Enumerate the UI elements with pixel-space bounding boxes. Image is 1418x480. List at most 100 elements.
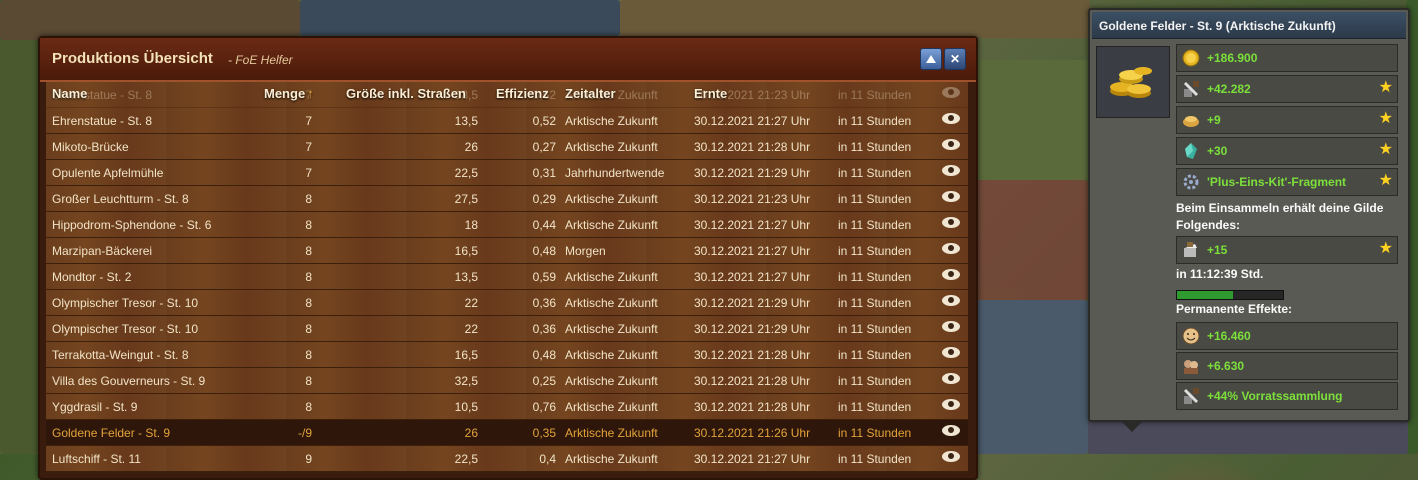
table-header: Name Menge ↑ Größe inkl. Straßen Effizien… [46,82,968,107]
eye-icon[interactable] [942,243,960,257]
cell-groesse: 13,5 [454,114,478,128]
cell-ernte: 30.12.2021 21:28 Uhr [694,140,811,154]
minimize-button[interactable] [920,48,942,70]
col-header-name[interactable]: Name [52,86,87,101]
cell-effizienz: 0,27 [532,140,556,154]
reward-value: +30 [1207,144,1228,158]
tooltip-pointer [1120,420,1144,432]
table-row[interactable]: Yggdrasil - St. 9 8 10,5 0,76 Arktische Zuku… [46,394,968,420]
table-row[interactable]: Mondtor - St. 2 8 13,5 0,59 Arktische Zukunf… [46,264,968,290]
cell-effizienz: 0,36 [532,322,556,336]
eye-icon[interactable] [942,399,960,413]
col-header-zeitalter[interactable]: Zeitalter [565,86,616,101]
cell-ernte: 30.12.2021 21:29 Uhr [694,296,811,310]
cell-name: Hippodrom-Sphendone - St. 6 [52,218,212,232]
table-row[interactable]: Großer Leuchtturm - St. 8 8 27,5 0,29 Arktis… [46,186,968,212]
table-row[interactable]: Mikoto-Brücke 7 26 0,27 Arktische Zukunft 30.… [46,134,968,160]
table-row[interactable]: Terrakotta-Weingut - St. 8 8 16,5 0,48 Arkti… [46,342,968,368]
table-row[interactable]: Olympischer Tresor - St. 10 8 22 0,36 Arktis… [46,290,968,316]
cell-name: Olympischer Tresor - St. 10 [52,322,199,336]
happiness-icon [1181,326,1201,346]
cell-countdown: in 11 Stunden [838,166,912,180]
cell-menge: 8 [305,270,312,284]
cell-countdown: in 11 Stunden [838,426,912,440]
eye-icon[interactable] [942,191,960,205]
cell-name: Villa des Gouverneurs - St. 9 [52,374,206,388]
window-subtitle: - FoE Helfer [228,53,293,67]
table-row-selected[interactable]: Goldene Felder - St. 9 -/9 26 0,35 Arktische… [46,420,968,446]
cell-countdown: in 11 Stunden [838,270,912,284]
cell-effizienz: 0,36 [532,296,556,310]
eye-icon[interactable] [942,113,960,127]
cell-effizienz: 0,59 [532,270,556,284]
eye-icon[interactable] [942,139,960,153]
col-header-effizienz[interactable]: Effizienz [496,86,549,101]
table-row[interactable]: Ehrenstatue - St. 8 7 13,5 0,52 Arktische Zu… [46,108,968,134]
cell-zeitalter: Arktische Zukunft [565,114,658,128]
col-header-menge[interactable]: Menge ↑ [264,86,314,101]
cell-name: Opulente Apfelmühle [52,166,164,180]
cell-groesse: 26 [464,426,478,440]
building-image [1096,46,1170,118]
cell-countdown: in 11 Stunden [838,374,912,388]
cell-zeitalter: Arktische Zukunft [565,452,658,466]
close-button[interactable]: ✕ [944,48,966,70]
cell-zeitalter: Jahrhundertwende [565,166,665,180]
cell-name: Marzipan-Bäckerei [52,244,153,258]
table-row[interactable]: Villa des Gouverneurs - St. 9 8 32,5 0,25 Ar… [46,368,968,394]
reward-item: +186.900 [1176,44,1398,72]
chevron-up-icon [926,55,936,63]
table-row[interactable]: Opulente Apfelmühle 7 22,5 0,31 Jahrhundertw… [46,160,968,186]
cell-ernte: 30.12.2021 21:28 Uhr [694,400,811,414]
reward-value: 'Plus-Eins-Kit'-Fragment [1207,175,1347,189]
table-row[interactable]: Marzipan-Bäckerei 8 16,5 0,48 Morgen 30.12.20… [46,238,968,264]
eye-icon[interactable] [942,425,960,439]
cell-ernte: 30.12.2021 21:29 Uhr [694,166,811,180]
cell-menge: 7 [305,140,312,154]
cell-ernte: 30.12.2021 21:27 Uhr [694,452,811,466]
population-icon [1181,356,1201,376]
reward-item: +6.630 [1176,352,1398,380]
cell-groesse: 22,5 [454,452,478,466]
col-header-groesse[interactable]: Größe inkl. Straßen [346,86,466,101]
cell-ernte: 30.12.2021 21:23 Uhr [694,192,811,206]
cell-groesse: 22 [464,322,478,336]
star-icon: ★ [1378,172,1393,189]
window-header[interactable]: Produktions Übersicht - FoE Helfer ✕ [40,38,976,82]
eye-icon[interactable] [942,373,960,387]
coin-icon [1181,48,1201,68]
cell-effizienz: 0,31 [532,166,556,180]
cell-zeitalter: Arktische Zukunft [565,400,658,414]
star-icon: ★ [1378,79,1393,96]
cell-effizienz: 0,4 [539,452,556,466]
eye-icon[interactable] [942,321,960,335]
cell-countdown: in 11 Stunden [838,218,912,232]
table-row[interactable]: Olympischer Tresor - St. 10 8 22 0,36 Arktis… [46,316,968,342]
sort-asc-icon: ↑ [307,86,314,101]
cell-zeitalter: Morgen [565,244,606,258]
cell-name: Yggdrasil - St. 9 [52,400,138,414]
star-icon: ★ [1378,141,1393,158]
eye-icon[interactable] [942,165,960,179]
cell-name: Ehrenstatue - St. 8 [52,114,153,128]
reward-value: +186.900 [1207,51,1258,65]
cell-name: Mondtor - St. 2 [52,270,132,284]
close-icon: ✕ [949,52,961,66]
reward-value: +44% Vorratssammlung [1207,389,1343,403]
tooltip-header: Goldene Felder - St. 9 (Arktische Zukunf… [1092,12,1406,39]
cell-menge: 8 [305,322,312,336]
eye-icon[interactable] [942,347,960,361]
table-row[interactable]: Luftschiff - St. 11 9 22,5 0,4 Arktische Zuk… [46,446,968,472]
table-row[interactable]: Hippodrom-Sphendone - St. 6 8 18 0,44 Arktis… [46,212,968,238]
col-header-ernte[interactable]: Ernte [694,86,727,101]
eye-icon[interactable] [942,269,960,283]
cell-name: Großer Leuchtturm - St. 8 [52,192,189,206]
eye-icon[interactable] [942,217,960,231]
cell-name: Luftschiff - St. 11 [52,452,141,466]
cell-menge: 8 [305,296,312,310]
eye-icon[interactable] [942,295,960,309]
eye-icon[interactable] [942,451,960,465]
gear-icon [1181,172,1201,192]
reward-value: +16.460 [1207,329,1251,343]
star-icon: ★ [1378,240,1393,257]
